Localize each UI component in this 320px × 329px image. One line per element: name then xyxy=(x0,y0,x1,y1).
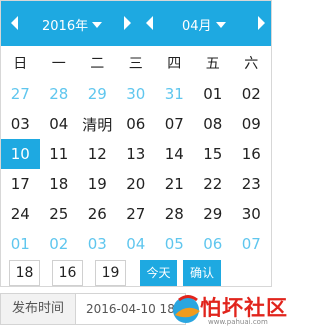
other-month-day-cell[interactable]: 05 xyxy=(155,229,194,259)
prev-month-button[interactable] xyxy=(146,16,153,30)
other-month-day-cell[interactable]: 07 xyxy=(232,229,271,259)
calendar-week-row: 10 11 12 13 14 15 16 xyxy=(1,139,271,169)
calendar-week-row: 27 28 29 30 31 01 02 xyxy=(1,79,271,109)
day-cell[interactable]: 11 xyxy=(40,139,79,169)
day-cell[interactable]: 18 xyxy=(40,169,79,199)
day-cell[interactable]: 22 xyxy=(194,169,233,199)
other-month-day-cell[interactable]: 01 xyxy=(1,229,40,259)
today-button[interactable]: 今天 xyxy=(140,260,177,286)
calendar-grid: 日 一 二 三 四 五 六 27 28 29 30 31 01 02 03 04 清明 06 07 08… xyxy=(1,46,271,259)
day-cell[interactable]: 03 xyxy=(1,109,40,139)
day-cell[interactable]: 清明 xyxy=(78,109,117,139)
day-cell[interactable]: 09 xyxy=(232,109,271,139)
year-chevron-down-icon xyxy=(92,22,103,28)
hour-input[interactable]: 18 xyxy=(9,260,40,286)
month-select[interactable]: 04月 xyxy=(182,15,226,34)
day-cell[interactable]: 15 xyxy=(194,139,233,169)
calendar-week-row: 03 04 清明 06 07 08 09 xyxy=(1,109,271,139)
watermark-emblem-icon xyxy=(173,295,200,323)
day-cell[interactable]: 29 xyxy=(194,199,233,229)
other-month-day-cell[interactable]: 27 xyxy=(1,79,40,109)
day-cell[interactable]: 13 xyxy=(117,139,156,169)
calendar-week-row: 17 18 19 20 21 22 23 xyxy=(1,169,271,199)
day-cell[interactable]: 01 xyxy=(194,79,233,109)
other-month-day-cell[interactable]: 03 xyxy=(78,229,117,259)
weekday-header: 六 xyxy=(244,55,259,72)
other-month-day-cell[interactable]: 28 xyxy=(40,79,79,109)
other-month-day-cell[interactable]: 30 xyxy=(117,79,156,109)
day-cell[interactable]: 30 xyxy=(232,199,271,229)
weekday-header: 三 xyxy=(128,55,143,72)
day-cell[interactable]: 16 xyxy=(232,139,271,169)
day-cell[interactable]: 25 xyxy=(40,199,79,229)
other-month-day-cell[interactable]: 02 xyxy=(40,229,79,259)
day-cell[interactable]: 12 xyxy=(78,139,117,169)
day-cell[interactable]: 21 xyxy=(155,169,194,199)
day-cell[interactable]: 08 xyxy=(194,109,233,139)
calendar-week-row: 24 25 26 27 28 29 30 xyxy=(1,199,271,229)
calendar-week-row: 01 02 03 04 05 06 07 xyxy=(1,229,271,259)
day-cell[interactable]: 26 xyxy=(78,199,117,229)
month-chevron-down-icon xyxy=(215,22,226,28)
other-month-day-cell[interactable]: 31 xyxy=(155,79,194,109)
weekday-header: 日 xyxy=(13,55,28,72)
day-cell[interactable]: 24 xyxy=(1,199,40,229)
day-cell[interactable]: 02 xyxy=(232,79,271,109)
calendar-days: 27 28 29 30 31 01 02 03 04 清明 06 07 08 09 10 11 12 13 14 15… xyxy=(1,79,271,259)
month-label: 04月 xyxy=(182,19,212,34)
next-year-button[interactable] xyxy=(124,16,131,30)
year-select[interactable]: 2016年 xyxy=(42,15,103,34)
day-cell[interactable]: 27 xyxy=(117,199,156,229)
prev-year-button[interactable] xyxy=(11,16,18,30)
day-cell[interactable]: 14 xyxy=(155,139,194,169)
weekday-header: 二 xyxy=(90,55,105,72)
day-cell[interactable]: 19 xyxy=(78,169,117,199)
other-month-day-cell[interactable]: 06 xyxy=(194,229,233,259)
publish-time-label: 发布时间 xyxy=(0,293,76,325)
day-cell[interactable]: 20 xyxy=(117,169,156,199)
minute-input[interactable]: 16 xyxy=(52,260,83,286)
day-cell[interactable]: 28 xyxy=(155,199,194,229)
day-cell[interactable]: 17 xyxy=(1,169,40,199)
day-cell[interactable]: 23 xyxy=(232,169,271,199)
weekday-header: 四 xyxy=(167,55,182,72)
time-toolbar: 18 16 19 今天 确认 xyxy=(1,257,271,287)
next-month-button[interactable] xyxy=(258,16,265,30)
confirm-button[interactable]: 确认 xyxy=(183,260,221,286)
selected-day-cell[interactable]: 10 xyxy=(1,139,40,169)
other-month-day-cell[interactable]: 29 xyxy=(78,79,117,109)
year-label: 2016年 xyxy=(42,19,89,34)
day-cell[interactable]: 04 xyxy=(40,109,79,139)
watermark-logo: 怕坏社区 www.pahuai.com xyxy=(170,291,287,327)
weekday-header: 一 xyxy=(51,55,66,72)
other-month-day-cell[interactable]: 04 xyxy=(117,229,156,259)
day-cell[interactable]: 07 xyxy=(155,109,194,139)
weekday-header: 五 xyxy=(205,55,220,72)
date-picker-popup: 2016年 04月 日 一 二 三 四 五 六 27 28 29 30 31 01 02 03… xyxy=(0,0,272,287)
calendar-header: 2016年 04月 xyxy=(1,1,271,46)
weekday-header-row: 日 一 二 三 四 五 六 xyxy=(1,46,271,79)
day-cell[interactable]: 06 xyxy=(117,109,156,139)
watermark-url: www.pahuai.com xyxy=(208,318,268,326)
second-input[interactable]: 19 xyxy=(95,260,126,286)
